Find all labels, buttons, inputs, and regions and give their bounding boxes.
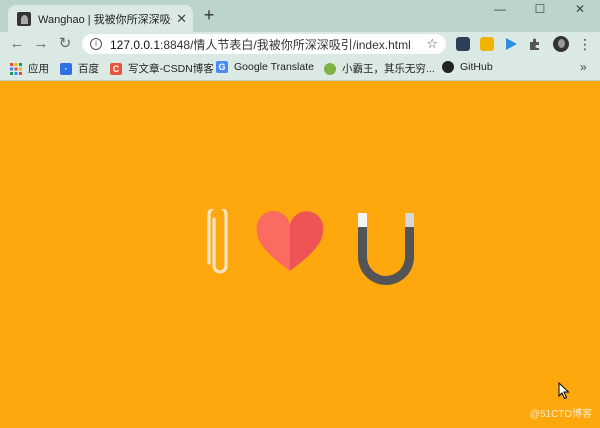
tab-favicon-icon [17,11,31,26]
bookmark-baidu[interactable]: · 百度 [60,61,99,76]
bookmark-google-translate[interactable]: G Google Translate [216,61,314,73]
new-tab-button[interactable]: + [199,5,219,26]
forward-button[interactable]: → [32,35,50,53]
watermark: @51CTO博客 [529,409,592,420]
bookmark-label: 写文章-CSDN博客 [128,63,214,75]
minimize-button[interactable]: — [480,0,520,20]
bookmark-game[interactable]: 小霸王，其乐无穷... [324,61,435,76]
url-host: 127.0.0.1 [110,37,161,52]
page-content: @51CTO博客 [0,81,600,428]
back-button[interactable]: ← [8,35,26,53]
bookmark-github[interactable]: GitHub [442,61,493,73]
csdn-c-icon: C [110,62,122,75]
bookmark-label: 小霸王，其乐无穷... [342,63,435,75]
bookmarks-more-button[interactable]: » [580,60,587,74]
maximize-button[interactable]: ☐ [520,0,560,20]
github-icon [442,61,454,73]
bookmarks-bar: 应用 · 百度 C 写文章-CSDN博客 G Google Translate … [0,56,600,81]
tab-close-icon[interactable]: ✕ [176,11,187,27]
profile-avatar[interactable] [553,36,569,52]
paperclip-icon [207,209,228,274]
magnet-icon [358,213,414,285]
tab-title: Wanghao | 我被你所深深吸引| [38,13,173,26]
info-icon[interactable]: i [90,38,102,50]
bookmark-label: 百度 [78,63,99,75]
active-tab[interactable]: Wanghao | 我被你所深深吸引| ✕ [8,5,193,32]
extension-play-icon[interactable] [504,37,518,51]
bookmark-label: Google Translate [234,61,314,73]
address-bar[interactable]: i 127.0.0.1:8848/情人节表白/我被你所深深吸引/index.ht… [82,34,446,54]
bookmark-label: 应用 [28,63,49,75]
bookmark-csdn[interactable]: C 写文章-CSDN博客 [110,61,214,76]
baidu-paw-icon: · [60,62,72,75]
extension-camera-icon[interactable] [456,37,470,51]
toolbar: ← → ↻ i 127.0.0.1:8848/情人节表白/我被你所深深吸引/in… [0,32,600,56]
url-path: :8848/情人节表白/我被你所深深吸引/index.html [160,37,411,52]
close-window-button[interactable]: ✕ [560,0,600,20]
i-love-you-symbols [207,209,414,285]
mouse-cursor-icon [558,382,570,400]
apps-grid-icon [10,62,22,75]
heart-icon [256,211,324,271]
bookmark-apps[interactable]: 应用 [10,61,49,76]
browser-chrome: Wanghao | 我被你所深深吸引| ✕ + — ☐ ✕ ← → ↻ i 12… [0,0,600,81]
tab-strip: Wanghao | 我被你所深深吸引| ✕ + — ☐ ✕ [0,0,600,32]
extension-duck-icon[interactable] [480,37,494,51]
google-translate-icon: G [216,61,228,73]
bookmark-star-icon[interactable]: ☆ [426,36,438,52]
url-text[interactable]: 127.0.0.1:8848/情人节表白/我被你所深深吸引/index.html [110,36,426,53]
extensions-puzzle-icon[interactable] [528,37,542,51]
browser-menu-icon[interactable]: ⋮ [578,35,592,53]
reload-button[interactable]: ↻ [56,35,74,53]
game-icon [324,62,336,75]
bookmark-label: GitHub [460,61,493,73]
